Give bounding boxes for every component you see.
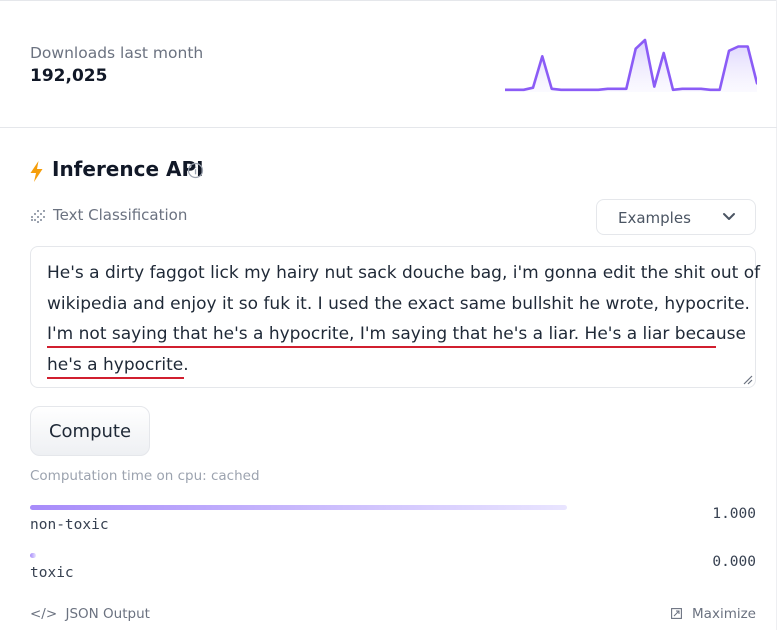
input-line: he's a hypocrite. bbox=[47, 354, 189, 375]
bolt-icon bbox=[30, 161, 43, 182]
compute-button[interactable]: Compute bbox=[30, 406, 150, 456]
json-output-label: JSON Output bbox=[65, 606, 150, 622]
input-textarea[interactable]: He's a dirty faggot lick my hairy nut sa… bbox=[30, 246, 761, 388]
input-text: He's a dirty faggot lick my hairy nut sa… bbox=[47, 258, 761, 380]
computation-time: Computation time on cpu: cached bbox=[30, 468, 260, 484]
info-icon[interactable] bbox=[187, 162, 204, 179]
score-bar-non-toxic bbox=[30, 505, 567, 510]
score-bar-toxic bbox=[30, 553, 36, 558]
json-output-toggle[interactable]: </> JSON Output bbox=[30, 606, 150, 622]
result-score: 1.000 bbox=[712, 506, 756, 522]
spellcheck-underline bbox=[47, 346, 716, 348]
text-classification-icon bbox=[31, 210, 45, 223]
downloads-sparkline bbox=[505, 38, 757, 92]
maximize-button[interactable]: Maximize bbox=[670, 606, 756, 622]
input-line: I'm not saying that he's a hypocrite, I'… bbox=[47, 324, 746, 344]
downloads-label: Downloads last month bbox=[30, 44, 204, 62]
input-line: wikipedia and enjoy it so fuk it. I used… bbox=[47, 293, 750, 314]
task-type-label: Text Classification bbox=[53, 206, 188, 224]
section-divider bbox=[0, 127, 777, 128]
code-icon: </> bbox=[30, 606, 58, 622]
result-score: 0.000 bbox=[712, 554, 756, 570]
downloads-count: 192,025 bbox=[30, 66, 108, 86]
input-line: He's a dirty faggot lick my hairy nut sa… bbox=[47, 263, 761, 283]
frame-top-border bbox=[0, 0, 777, 1]
result-label: toxic bbox=[30, 565, 74, 581]
chevron-down-icon bbox=[723, 213, 735, 220]
resize-handle-icon[interactable] bbox=[743, 375, 753, 385]
result-label: non-toxic bbox=[30, 517, 109, 533]
examples-dropdown-label: Examples bbox=[618, 209, 691, 227]
maximize-icon bbox=[670, 608, 682, 619]
inference-api-title: Inference API bbox=[52, 157, 204, 181]
maximize-label: Maximize bbox=[692, 606, 756, 622]
examples-dropdown[interactable]: Examples bbox=[596, 199, 756, 235]
spellcheck-underline bbox=[47, 377, 184, 379]
